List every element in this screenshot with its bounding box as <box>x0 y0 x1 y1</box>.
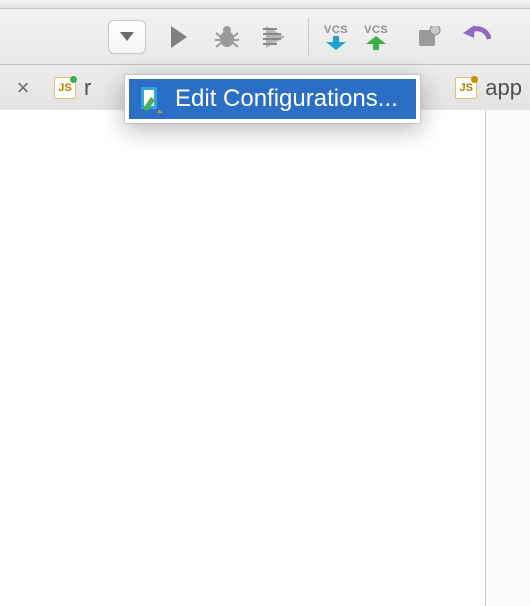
undo-button[interactable] <box>462 25 492 49</box>
vcs-update-button[interactable]: VCS <box>324 24 348 50</box>
toolbar-separator <box>308 19 310 55</box>
arrow-up-icon <box>366 36 386 50</box>
editor-tab-right[interactable]: JS app <box>447 65 530 111</box>
main-toolbar: VCS VCS <box>0 9 530 65</box>
vcs-update-label: VCS <box>324 24 348 36</box>
vcs-commit-label: VCS <box>364 24 388 36</box>
stop-icon <box>417 26 441 48</box>
vcs-commit-button[interactable]: VCS <box>364 24 388 50</box>
bug-icon <box>215 26 239 48</box>
coverage-button[interactable] <box>260 26 290 48</box>
vcs-group: VCS VCS <box>324 24 404 50</box>
arrow-down-icon <box>326 36 346 50</box>
undo-icon <box>463 25 491 49</box>
window-chrome <box>0 0 530 9</box>
close-tab-button[interactable]: × <box>0 75 46 101</box>
edit-configurations-item[interactable]: Edit Configurations... <box>129 79 416 119</box>
run-config-dropdown-button[interactable] <box>108 20 146 54</box>
js-file-icon: JS <box>455 77 477 99</box>
debug-button[interactable] <box>212 26 242 48</box>
run-button[interactable] <box>164 26 194 48</box>
stop-button[interactable] <box>414 26 444 48</box>
run-config-popup: Edit Configurations... <box>124 74 421 124</box>
editor-tab-left[interactable]: JS r <box>46 65 99 111</box>
editor-gutter <box>485 110 530 606</box>
tab-label-left: r <box>84 75 91 101</box>
chevron-down-icon <box>120 32 134 42</box>
editor-area[interactable] <box>0 110 530 606</box>
play-icon <box>169 26 189 48</box>
edit-config-icon <box>139 85 163 113</box>
coverage-icon <box>263 26 287 48</box>
tab-label-right: app <box>485 75 522 101</box>
edit-configurations-label: Edit Configurations... <box>175 85 398 113</box>
js-file-icon: JS <box>54 77 76 99</box>
